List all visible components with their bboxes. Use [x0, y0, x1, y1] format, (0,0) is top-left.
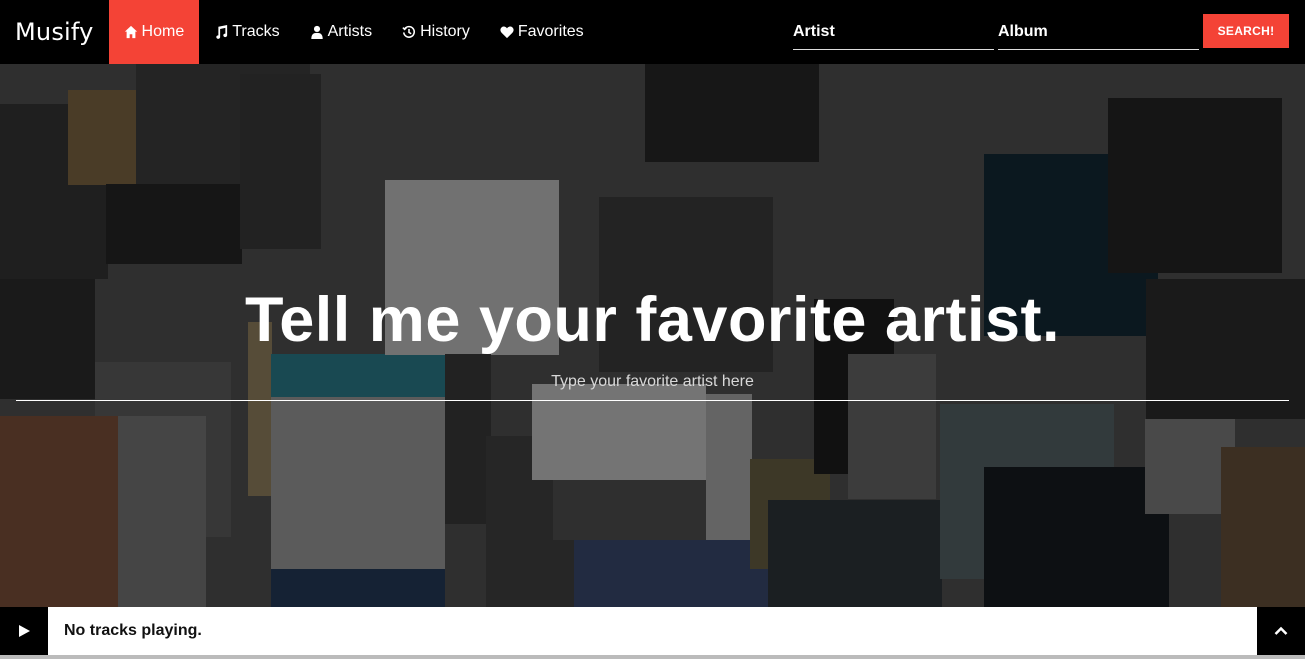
nav-item-history[interactable]: History: [387, 0, 485, 64]
hero-title: Tell me your favorite artist.: [244, 285, 1061, 355]
nav-item-label: History: [420, 23, 470, 40]
brand-logo[interactable]: Musify: [0, 0, 109, 64]
heart-icon: [500, 26, 514, 39]
album-search-input[interactable]: [998, 22, 1199, 41]
nav-item-home[interactable]: Home: [108, 0, 200, 64]
player-bar: No tracks playing.: [0, 607, 1305, 659]
favorite-artist-input[interactable]: [16, 364, 1289, 400]
nav-item-label: Artists: [327, 23, 373, 40]
top-navbar: Musify Home Tracks Artists History Favor…: [0, 0, 1305, 64]
nav-item-favorites[interactable]: Favorites: [485, 0, 599, 64]
nav-item-artists[interactable]: Artists: [295, 0, 387, 64]
play-icon: [19, 625, 30, 637]
nav-item-tracks[interactable]: Tracks: [199, 0, 294, 64]
artist-field: [793, 14, 994, 50]
player-status-text: No tracks playing.: [64, 622, 202, 639]
expand-player-button[interactable]: [1257, 607, 1305, 655]
nav-item-label: Favorites: [517, 23, 584, 40]
music-note-icon: [216, 25, 228, 39]
nav-item-label: Tracks: [232, 23, 280, 40]
user-icon: [310, 25, 323, 39]
play-button[interactable]: [0, 607, 48, 655]
favorite-artist-field: [16, 364, 1289, 401]
artist-search-input[interactable]: [793, 22, 994, 41]
main-nav: Home Tracks Artists History Favorites: [108, 0, 599, 64]
chevron-up-icon: [1274, 626, 1288, 635]
home-icon: [124, 25, 137, 39]
album-field: [998, 14, 1199, 50]
hero-section: Tell me your favorite artist.: [0, 64, 1305, 607]
history-icon: [402, 25, 416, 38]
search-button[interactable]: SEARCH!: [1203, 14, 1289, 48]
nav-item-label: Home: [141, 23, 185, 40]
search-form: [793, 14, 1203, 50]
